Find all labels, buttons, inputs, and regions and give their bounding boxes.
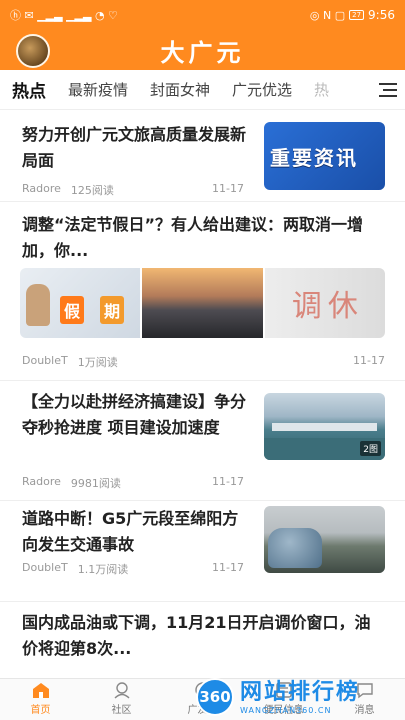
battery-icon: 27 xyxy=(349,10,365,20)
news-date: 11-17 xyxy=(212,561,244,574)
nav-service-info[interactable]: 便民信息 xyxy=(243,679,324,720)
nav-friends-circle[interactable]: 广友圈 xyxy=(162,679,243,720)
news-meta: DoubleT 1万阅读 xyxy=(22,354,118,370)
status-bar: ⓗ ✉ ▁▂▃ ▁▂▃ ◔ ♡ ◎ N ▢ 27 9:56 xyxy=(0,0,405,30)
news-reads: 1.1万阅读 xyxy=(77,563,129,576)
news-author: Radore xyxy=(22,182,61,195)
news-item[interactable]: 国内成品油或下调，11月21日开启调价窗口，油价将迎第8次... xyxy=(0,602,405,678)
tab-hot[interactable]: 热点 xyxy=(12,77,46,104)
friends-circle-icon xyxy=(194,682,211,698)
message-icon xyxy=(356,683,373,699)
nav-label: 首页 xyxy=(30,705,51,716)
news-thumbnail: 重要资讯 xyxy=(264,122,385,190)
image-text: 休 xyxy=(327,289,358,324)
news-meta: Radore 9981阅读 xyxy=(22,475,121,491)
news-image: 调 休 xyxy=(264,268,385,338)
bottom-nav: 首页 社区 广友圈 便民信息 消息 xyxy=(0,678,405,720)
news-date: 11-17 xyxy=(212,182,244,195)
news-title: 道路中断！G5广元段至绵阳方向发生交通事故 xyxy=(22,509,239,554)
tab-latest-epidemic[interactable]: 最新疫情 xyxy=(68,79,128,100)
news-image xyxy=(142,268,263,338)
news-thumbnail xyxy=(264,506,385,573)
category-tabs: 热点 最新疫情 封面女神 广元优选 热 xyxy=(0,70,405,110)
news-title: 调整“法定节假日”？有人给出建议：两取消一增加，你... xyxy=(22,215,364,260)
news-item[interactable]: 道路中断！G5广元段至绵阳方向发生交通事故 DoubleT 1.1万阅读 11-… xyxy=(0,501,405,602)
news-image: 假 期 xyxy=(20,268,141,338)
news-item[interactable]: 努力开创广元文旅高质量发展新局面 重要资讯 Radore 125阅读 11-17 xyxy=(0,110,405,202)
image-tag: 假 xyxy=(60,296,85,324)
news-author: DoubleT xyxy=(22,561,68,574)
nav-label: 广友圈 xyxy=(187,705,218,716)
news-item[interactable]: 【全力以赴拼经济搞建设】争分夺秒抢进度 项目建设加速度 2图 Radore 99… xyxy=(0,381,405,501)
news-meta: Radore 125阅读 xyxy=(22,182,114,198)
avatar[interactable] xyxy=(16,34,50,68)
tab-overflow[interactable]: 热 xyxy=(314,79,329,100)
status-icons-right: ◎ N ▢ xyxy=(309,8,346,22)
news-image-strip: 假 期 调 休 xyxy=(20,268,385,338)
thumbnail-text: 重要资讯 xyxy=(270,145,358,170)
image-text: 调 xyxy=(291,289,322,324)
news-item[interactable]: 调整“法定节假日”？有人给出建议：两取消一增加，你... 假 期 调 休 Dou… xyxy=(0,202,405,381)
tabs-fade xyxy=(339,70,369,109)
app-title: 大广元 xyxy=(160,37,245,67)
image-tag: 期 xyxy=(100,296,125,324)
news-feed: 努力开创广元文旅高质量发展新局面 重要资讯 Radore 125阅读 11-17… xyxy=(0,110,405,678)
news-meta: DoubleT 1.1万阅读 xyxy=(22,561,128,577)
tab-guangyuan-picks[interactable]: 广元优选 xyxy=(232,79,292,100)
news-date: 11-17 xyxy=(212,475,244,488)
news-title: 努力开创广元文旅高质量发展新局面 xyxy=(22,125,247,170)
nav-label: 便民信息 xyxy=(263,705,304,716)
nav-label: 消息 xyxy=(354,705,375,716)
news-author: DoubleT xyxy=(22,354,68,367)
service-info-icon xyxy=(275,682,292,698)
news-thumbnail: 2图 xyxy=(264,393,385,460)
menu-icon[interactable] xyxy=(379,83,397,97)
nav-label: 社区 xyxy=(111,705,132,716)
news-reads: 125阅读 xyxy=(70,184,114,197)
news-reads: 1万阅读 xyxy=(77,356,118,369)
news-date: 11-17 xyxy=(353,354,385,367)
news-author: Radore xyxy=(22,475,61,488)
tab-cover-goddess[interactable]: 封面女神 xyxy=(150,79,210,100)
app-header: 大广元 xyxy=(0,30,405,70)
news-reads: 9981阅读 xyxy=(70,477,121,490)
status-time: 9:56 xyxy=(368,8,395,22)
nav-home[interactable]: 首页 xyxy=(0,679,81,720)
news-title: 【全力以赴拼经济搞建设】争分夺秒抢进度 项目建设加速度 xyxy=(22,392,247,437)
nav-community[interactable]: 社区 xyxy=(81,679,162,720)
image-count-badge: 2图 xyxy=(360,441,381,456)
community-icon xyxy=(114,682,129,699)
nav-messages[interactable]: 消息 xyxy=(324,679,405,720)
home-icon xyxy=(32,683,49,698)
news-title: 国内成品油或下调，11月21日开启调价窗口，油价将迎第8次... xyxy=(22,613,371,658)
status-icons-left: ⓗ ✉ ▁▂▃ ▁▂▃ ◔ ♡ xyxy=(10,9,118,22)
